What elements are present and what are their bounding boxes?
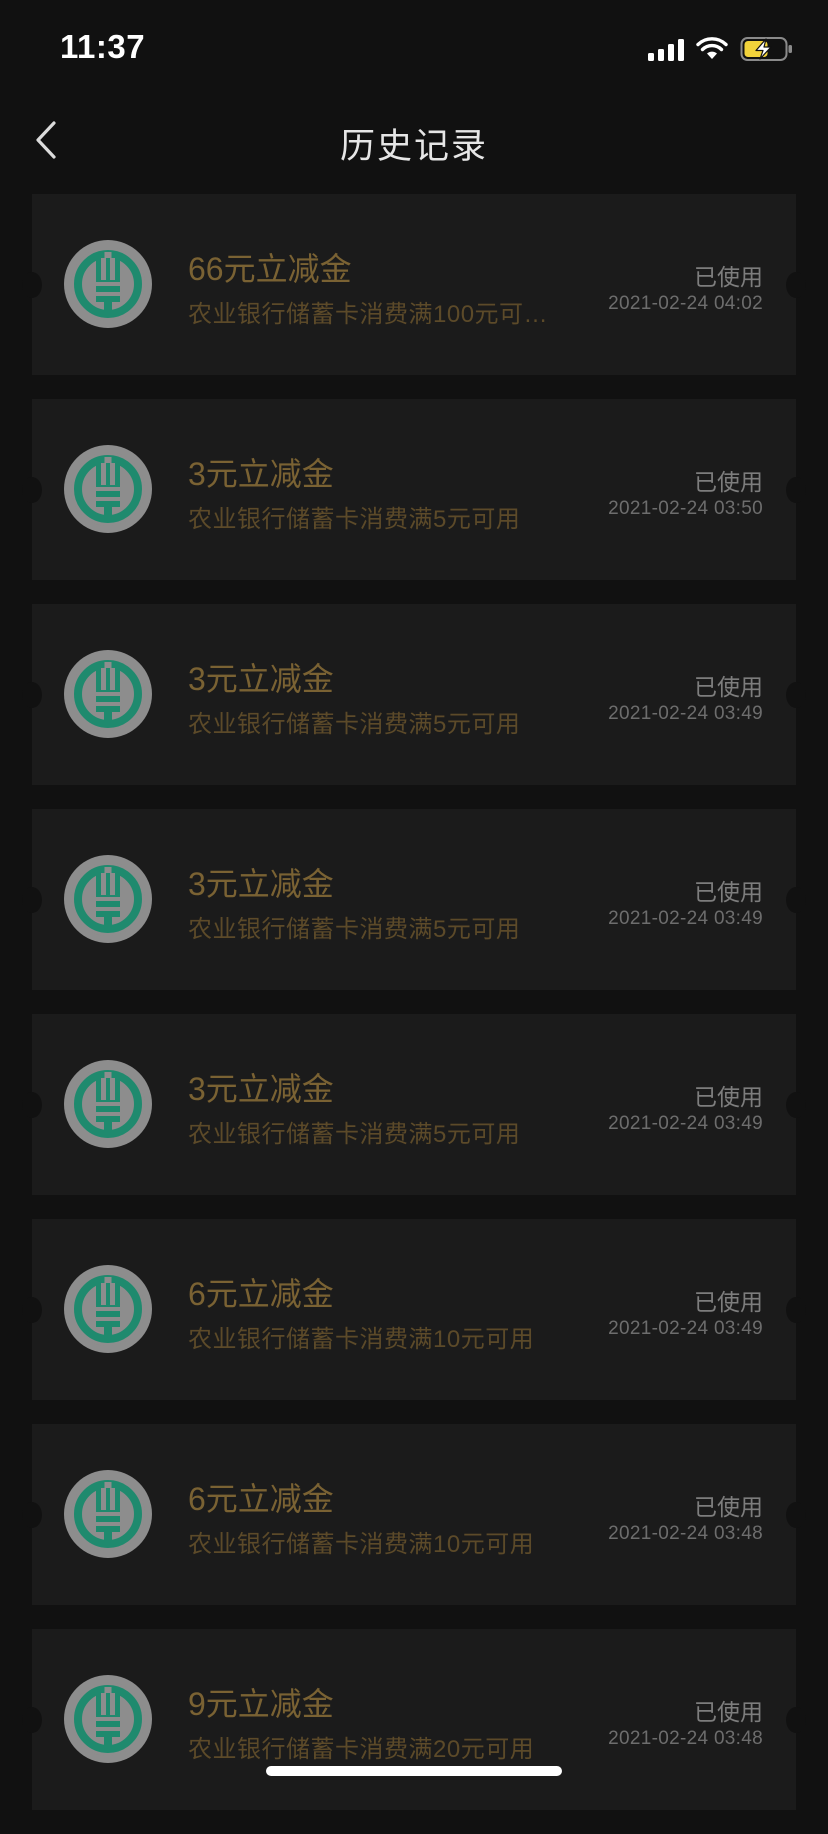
ticket-notch-left — [22, 1707, 42, 1733]
coupon-description: 农业银行储蓄卡消费满100元可用 — [188, 301, 548, 328]
ticket-notch-right — [786, 1707, 806, 1733]
coupon-time: 2021-02-24 04:02 — [608, 293, 763, 314]
coupon-status: 已使用 — [694, 1084, 763, 1110]
coupon-time: 2021-02-24 03:49 — [608, 908, 763, 929]
abc-bank-logo-icon — [64, 1060, 152, 1148]
coupon-status: 已使用 — [694, 1494, 763, 1520]
coupon-description: 农业银行储蓄卡消费满5元可用 — [188, 1121, 521, 1148]
coupon-status: 已使用 — [694, 1289, 763, 1315]
coupon-card-5[interactable]: 3元立减金 农业银行储蓄卡消费满5元可用 已使用 2021-02-24 03:4… — [22, 1014, 806, 1195]
coupon-title: 6元立减金 — [188, 1481, 334, 1517]
coupon-card-1[interactable]: 66元立减金 农业银行储蓄卡消费满100元可用 已使用 2021-02-24 0… — [22, 194, 806, 375]
coupon-title: 3元立减金 — [188, 661, 334, 697]
coupon-time: 2021-02-24 03:48 — [608, 1728, 763, 1749]
abc-bank-logo-icon — [64, 1470, 152, 1558]
coupon-card-6[interactable]: 6元立减金 农业银行储蓄卡消费满10元可用 已使用 2021-02-24 03:… — [22, 1219, 806, 1400]
ticket-notch-right — [786, 272, 806, 298]
coupon-time: 2021-02-24 03:49 — [608, 1113, 763, 1134]
home-indicator[interactable] — [266, 1766, 562, 1776]
wifi-icon — [696, 37, 728, 59]
ticket-notch-left — [22, 1502, 42, 1528]
abc-bank-logo-icon — [64, 650, 152, 738]
coupon-card-8[interactable]: 9元立减金 农业银行储蓄卡消费满20元可用 已使用 2021-02-24 03:… — [22, 1629, 806, 1810]
coupon-title: 3元立减金 — [188, 1071, 334, 1107]
coupon-card-2[interactable]: 3元立减金 农业银行储蓄卡消费满5元可用 已使用 2021-02-24 03:5… — [22, 399, 806, 580]
ticket-notch-left — [22, 272, 42, 298]
coupon-status: 已使用 — [694, 674, 763, 700]
ticket-notch-right — [786, 1092, 806, 1118]
status-icons — [648, 34, 794, 64]
abc-bank-logo-icon — [64, 240, 152, 328]
coupon-time: 2021-02-24 03:49 — [608, 703, 763, 724]
coupon-status: 已使用 — [694, 1699, 763, 1725]
abc-bank-logo-icon — [64, 855, 152, 943]
coupon-title: 66元立减金 — [188, 251, 352, 287]
coupon-time: 2021-02-24 03:49 — [608, 1318, 763, 1339]
coupon-description: 农业银行储蓄卡消费满5元可用 — [188, 506, 521, 533]
coupon-description: 农业银行储蓄卡消费满20元可用 — [188, 1736, 535, 1763]
coupon-title: 6元立减金 — [188, 1276, 334, 1312]
status-bar: 11:37 — [0, 0, 828, 100]
ticket-notch-left — [22, 682, 42, 708]
abc-bank-logo-icon — [64, 1265, 152, 1353]
coupon-description: 农业银行储蓄卡消费满5元可用 — [188, 711, 521, 738]
page-title: 历史记录 — [339, 127, 488, 166]
coupon-description: 农业银行储蓄卡消费满5元可用 — [188, 916, 521, 943]
ticket-notch-right — [786, 1502, 806, 1528]
coupon-title: 9元立减金 — [188, 1686, 334, 1722]
coupon-status: 已使用 — [694, 264, 763, 290]
abc-bank-logo-icon — [64, 1675, 152, 1763]
status-time: 11:37 — [60, 28, 146, 65]
cellular-signal-icon — [648, 37, 684, 61]
coupon-description: 农业银行储蓄卡消费满10元可用 — [188, 1326, 535, 1353]
ticket-notch-left — [22, 887, 42, 913]
ticket-notch-right — [786, 1297, 806, 1323]
ticket-notch-right — [786, 887, 806, 913]
coupon-card-7[interactable]: 6元立减金 农业银行储蓄卡消费满10元可用 已使用 2021-02-24 03:… — [22, 1424, 806, 1605]
coupon-title: 3元立减金 — [188, 456, 334, 492]
navigation-bar: 历史记录 — [0, 100, 828, 180]
ticket-notch-left — [22, 1297, 42, 1323]
coupon-status: 已使用 — [694, 469, 763, 495]
coupon-card-3[interactable]: 3元立减金 农业银行储蓄卡消费满5元可用 已使用 2021-02-24 03:4… — [22, 604, 806, 785]
coupon-card-4[interactable]: 3元立减金 农业银行储蓄卡消费满5元可用 已使用 2021-02-24 03:4… — [22, 809, 806, 990]
coupon-time: 2021-02-24 03:48 — [608, 1523, 763, 1544]
coupon-title: 3元立减金 — [188, 866, 334, 902]
coupon-description: 农业银行储蓄卡消费满10元可用 — [188, 1531, 535, 1558]
ticket-notch-left — [22, 1092, 42, 1118]
coupon-status: 已使用 — [694, 879, 763, 905]
coupon-history-list: 66元立减金 农业银行储蓄卡消费满100元可用 已使用 2021-02-24 0… — [22, 194, 806, 1834]
ticket-notch-right — [786, 477, 806, 503]
abc-bank-logo-icon — [64, 445, 152, 533]
coupon-time: 2021-02-24 03:50 — [608, 498, 763, 519]
battery-charging-icon — [740, 37, 792, 61]
ticket-notch-left — [22, 477, 42, 503]
ticket-notch-right — [786, 682, 806, 708]
